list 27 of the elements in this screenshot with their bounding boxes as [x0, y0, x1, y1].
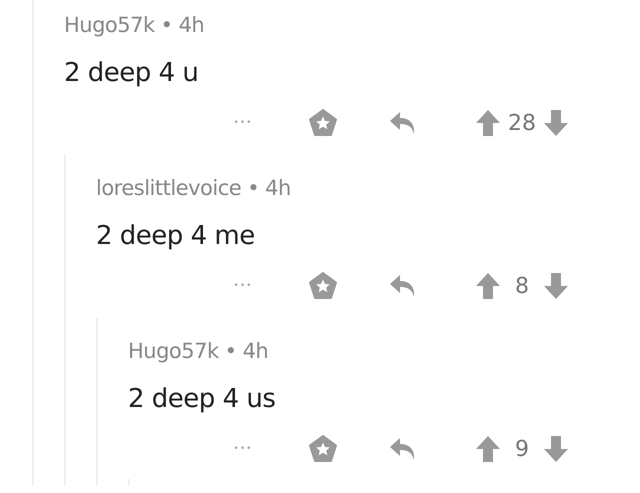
downvote-button[interactable] [543, 434, 569, 464]
star-badge-icon[interactable] [309, 109, 337, 137]
comment-author[interactable]: loreslittlevoice [96, 176, 242, 200]
upvote-button[interactable] [475, 434, 501, 464]
comment-age: 4h [178, 13, 204, 37]
star-badge-icon[interactable] [309, 272, 337, 300]
separator-dot: • [160, 13, 173, 37]
upvote-button[interactable] [475, 108, 501, 138]
vote-score: 9 [514, 436, 530, 462]
comment-author[interactable]: Hugo57k [128, 339, 219, 363]
more-options-button[interactable]: ••• [203, 433, 283, 465]
downvote-button[interactable] [543, 108, 569, 138]
upvote-button[interactable] [475, 271, 501, 301]
separator-dot: • [224, 339, 237, 363]
more-options-button[interactable]: ••• [203, 107, 283, 139]
star-badge-icon[interactable] [309, 435, 337, 463]
vote-score: 28 [507, 110, 537, 136]
comment-age: 4h [265, 176, 291, 200]
downvote-button[interactable] [543, 271, 569, 301]
comment-body: 2 deep 4 u [64, 57, 200, 90]
vote-score: 8 [514, 274, 530, 298]
comment-body: 2 deep 4 me [96, 220, 256, 253]
separator-dot: • [247, 176, 260, 200]
more-options-button[interactable]: ••• [203, 270, 283, 302]
comment-author[interactable]: Hugo57k [64, 13, 155, 37]
comment-age: 4h [242, 339, 268, 363]
comment-body: 2 deep 4 us [128, 383, 276, 416]
